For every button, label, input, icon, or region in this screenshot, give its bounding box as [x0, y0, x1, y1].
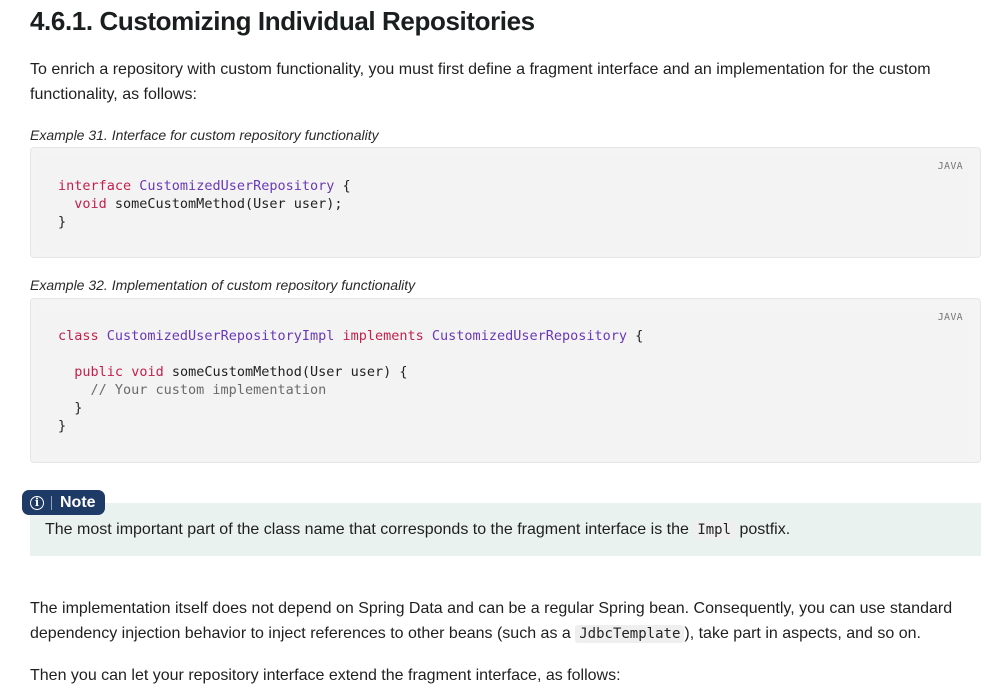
example-31-code: interface CustomizedUserRepository { voi…	[58, 177, 351, 231]
code-token: void	[131, 364, 164, 380]
example-31-code-block: JAVA interface CustomizedUserRepository …	[30, 147, 981, 258]
code-token: implements	[342, 328, 424, 344]
inline-code: Impl	[693, 521, 736, 539]
code-language-label: JAVA	[937, 161, 963, 172]
code-token: CustomizedUserRepository	[139, 178, 335, 194]
code-token: // Your custom implementation	[90, 382, 327, 398]
note-badge: i Note	[22, 490, 105, 515]
section-heading: 4.6.1. Customizing Individual Repositori…	[30, 6, 535, 36]
code-token: CustomizedUserRepositoryImpl	[106, 328, 335, 344]
code-token: public	[74, 364, 124, 380]
code-token: class	[58, 328, 99, 344]
code-token: }	[58, 214, 67, 230]
code-language-label: JAVA	[937, 312, 963, 323]
inline-code: JdbcTemplate	[575, 625, 685, 643]
implementation-paragraph: The implementation itself does not depen…	[30, 600, 953, 643]
code-token: someCustomMethod(User user) {	[163, 364, 408, 380]
info-icon: i	[30, 495, 44, 510]
note-text: The most important part of the class nam…	[45, 521, 791, 539]
code-token: {	[627, 328, 644, 344]
code-token: }	[58, 418, 67, 434]
code-token: interface	[58, 178, 132, 194]
code-token: }	[58, 400, 83, 416]
code-token: {	[334, 178, 351, 194]
example-32-code: class CustomizedUserRepositoryImpl imple…	[58, 327, 643, 435]
intro-paragraph: To enrich a repository with custom funct…	[30, 61, 931, 103]
note-admonition: i Note The most important part of the cl…	[22, 490, 981, 556]
extend-paragraph: Then you can let your repository interfa…	[30, 667, 621, 684]
code-token: CustomizedUserRepository	[431, 328, 627, 344]
example-32-caption: Example 32. Implementation of custom rep…	[30, 277, 416, 293]
code-token: someCustomMethod(User user);	[106, 196, 343, 212]
example-32-code-block: JAVA class CustomizedUserRepositoryImpl …	[30, 298, 981, 463]
note-label: Note	[60, 493, 96, 511]
code-token: void	[74, 196, 107, 212]
example-31-caption: Example 31. Interface for custom reposit…	[30, 127, 379, 143]
